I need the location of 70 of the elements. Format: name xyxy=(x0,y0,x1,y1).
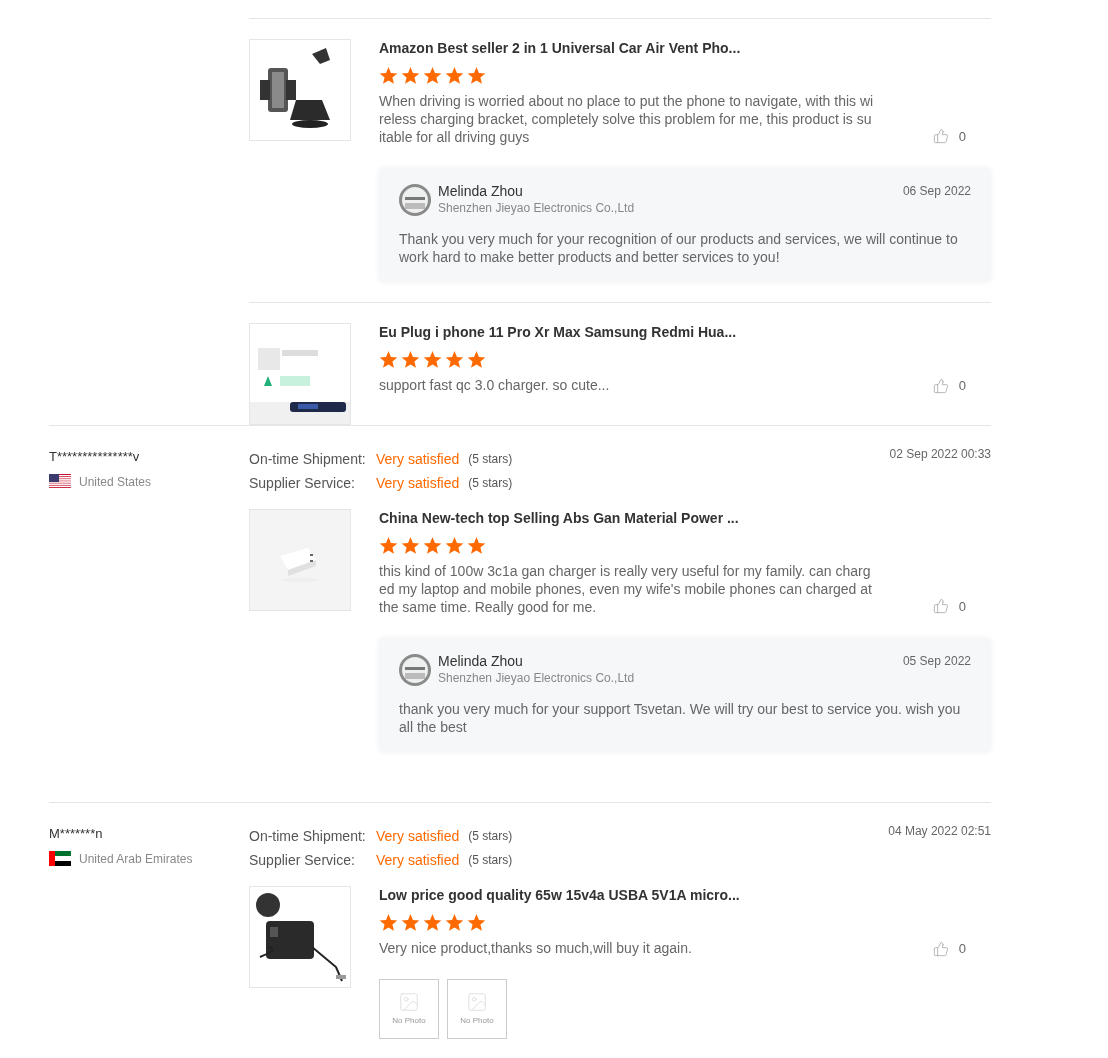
rating-value: Very satisfied xyxy=(376,449,460,469)
reviewer-name: T***************v xyxy=(49,448,141,466)
like-count: 0 xyxy=(958,377,966,395)
star-icon xyxy=(379,914,398,932)
star-icon xyxy=(379,351,398,369)
like-count: 0 xyxy=(958,127,966,146)
image-icon xyxy=(466,990,488,1013)
star-icon xyxy=(401,67,420,85)
star-icon xyxy=(423,67,442,85)
replier-name: Melinda Zhou xyxy=(438,182,524,200)
like-count: 0 xyxy=(958,940,966,958)
star-icon xyxy=(379,537,398,555)
reply-text: Thank you very much for your recognition of our products and services, we will continue to work hard to make better products and better services to you! xyxy=(399,230,959,266)
country-name: United States xyxy=(79,473,152,491)
star-icon xyxy=(467,67,486,85)
rating-label: Supplier Service: xyxy=(249,473,356,493)
reply-date: 05 Sep 2022 xyxy=(902,653,971,670)
rating-note: (5 stars) xyxy=(468,475,513,492)
product-title[interactable]: Eu Plug i phone 11 Pro Xr Max Samsung Redmi Hua... xyxy=(379,324,991,340)
product-title[interactable]: Amazon Best seller 2 in 1 Universal Car Air Vent Pho... xyxy=(379,40,991,56)
rating-label: On-time Shipment: xyxy=(249,826,367,846)
review-text: Very nice product,thanks so much,will buy it again. xyxy=(379,939,693,958)
rating-value: Very satisfied xyxy=(376,473,460,493)
avatar xyxy=(399,654,431,686)
rating-value: Very satisfied xyxy=(376,850,460,870)
company-name: Shenzhen Jieyao Electronics Co.,Ltd xyxy=(438,670,635,686)
star-icon xyxy=(401,537,420,555)
reviewer-name: M*******n xyxy=(49,825,104,843)
replier-name: Melinda Zhou xyxy=(438,652,524,670)
star-icon xyxy=(467,914,486,932)
reply-date: 06 Sep 2022 xyxy=(902,183,971,200)
star-icon xyxy=(467,537,486,555)
review-date: 02 Sep 2022 00:33 xyxy=(889,446,991,463)
star-icon xyxy=(379,67,398,85)
flag-icon xyxy=(49,474,71,489)
like-count: 0 xyxy=(958,597,966,616)
star-icon xyxy=(445,537,464,555)
rating-value: Very satisfied xyxy=(376,826,460,846)
review-text: When driving is worried about no place to put the phone to navigate, with this wireless charging bracket, completely solve this problem for me, this product is suitable for all driving guys xyxy=(379,92,874,146)
star-icon xyxy=(445,67,464,85)
rating-label: Supplier Service: xyxy=(249,850,356,870)
like-button[interactable] xyxy=(932,377,949,394)
rating-note: (5 stars) xyxy=(468,828,513,845)
product-title[interactable]: China New-tech top Selling Abs Gan Material Power ... xyxy=(379,510,991,526)
image-icon xyxy=(398,990,420,1013)
placeholder-label: No Photo xyxy=(392,1014,426,1027)
rating-label: On-time Shipment: xyxy=(249,449,367,469)
review-date: 04 May 2022 02:51 xyxy=(888,823,991,840)
star-icon xyxy=(423,914,442,932)
star-icon xyxy=(423,351,442,369)
star-icon xyxy=(467,351,486,369)
review-text: this kind of 100w 3c1a gan charger is really very useful for my family. can charged my laptop and mobile phones, even my wife's mobile phones can charged at the same time. Really good for me. xyxy=(379,562,873,616)
country-name: United Arab Emirates xyxy=(79,850,193,868)
star-icon xyxy=(401,351,420,369)
review-text: support fast qc 3.0 charger. so cute... xyxy=(379,376,611,395)
rating-note: (5 stars) xyxy=(468,451,513,468)
like-button[interactable] xyxy=(932,598,949,615)
product-title[interactable]: Low price good quality 65w 15v4a USBA 5V1A micro... xyxy=(379,887,991,903)
avatar xyxy=(399,184,431,216)
rating-note: (5 stars) xyxy=(468,852,513,869)
star-icon xyxy=(423,537,442,555)
like-button[interactable] xyxy=(932,940,949,957)
star-icon xyxy=(401,914,420,932)
company-name: Shenzhen Jieyao Electronics Co.,Ltd xyxy=(438,200,635,216)
reply-text: thank you very much for your support Tsvetan. We will try our best to service you. wish you all the best xyxy=(399,700,962,736)
star-icon xyxy=(445,914,464,932)
flag-icon xyxy=(49,851,71,866)
star-icon xyxy=(445,351,464,369)
like-button[interactable] xyxy=(932,128,949,145)
placeholder-label: No Photo xyxy=(460,1014,494,1027)
